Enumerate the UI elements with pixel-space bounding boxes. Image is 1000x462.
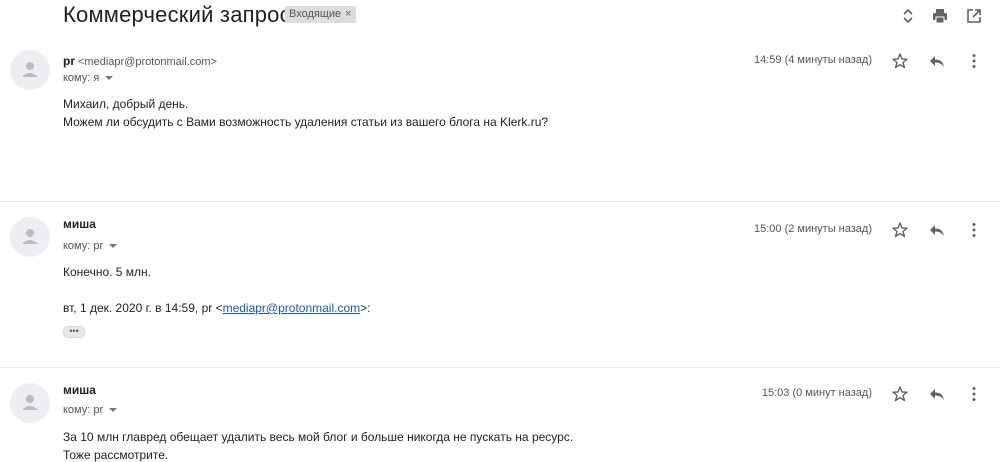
chevron-down-icon <box>109 408 118 413</box>
subject-bar: Коммерческий запрос Входящие × <box>0 0 1000 34</box>
print-icon[interactable] <box>931 7 949 25</box>
message-body-line: Можем ли обсудить с Вами возможность уда… <box>63 115 549 129</box>
recipient-text: кому: pr <box>63 240 104 252</box>
quote-suffix: >: <box>360 301 371 315</box>
message-divider <box>0 201 1000 202</box>
chevron-down-icon <box>105 76 114 81</box>
inbox-label-chip[interactable]: Входящие × <box>285 6 356 23</box>
person-icon <box>10 50 50 90</box>
message-body-line: Михаил, добрый день. <box>63 97 189 111</box>
sender: миша <box>63 217 96 231</box>
recipient-dropdown[interactable]: кому: pr <box>63 404 118 416</box>
more-vert-icon[interactable] <box>965 221 983 239</box>
open-new-window-icon[interactable] <box>965 7 983 25</box>
email-subject: Коммерческий запрос <box>63 2 291 27</box>
sender: pr <mediapr@protonmail.com> <box>63 54 217 68</box>
sender-name: миша <box>63 383 96 397</box>
reply-icon[interactable] <box>928 385 946 403</box>
recipient-dropdown[interactable]: кому: pr <box>63 240 118 252</box>
person-icon <box>10 383 50 423</box>
star-icon[interactable] <box>891 52 909 70</box>
inbox-label-text: Входящие <box>289 8 342 20</box>
sender-name: миша <box>63 217 96 231</box>
person-icon <box>10 217 50 257</box>
show-trimmed-content-button[interactable]: ••• <box>63 326 85 338</box>
quote-attribution: вт, 1 дек. 2020 г. в 14:59, pr <mediapr@… <box>63 301 371 315</box>
star-icon[interactable] <box>891 221 909 239</box>
expand-collapse-icon[interactable] <box>899 7 917 25</box>
sender-email: <mediapr@protonmail.com> <box>78 56 217 68</box>
star-icon[interactable] <box>891 385 909 403</box>
recipient-text: кому: я <box>63 72 100 84</box>
more-vert-icon[interactable] <box>965 385 983 403</box>
more-vert-icon[interactable] <box>965 52 983 70</box>
quote-email-link[interactable]: mediapr@protonmail.com <box>223 301 361 315</box>
message-timestamp: 15:03 (0 минут назад) <box>761 387 872 399</box>
quote-prefix: вт, 1 дек. 2020 г. в 14:59, pr < <box>63 301 223 315</box>
message-divider <box>0 367 1000 368</box>
reply-icon[interactable] <box>928 52 946 70</box>
message-body-line: Тоже рассмотрите. <box>63 448 169 462</box>
sender-name: pr <box>63 54 75 68</box>
recipient-dropdown[interactable]: кому: я <box>63 72 114 84</box>
recipient-text: кому: pr <box>63 404 104 416</box>
avatar <box>10 383 50 423</box>
message-body-line: За 10 млн главред обещает удалить весь м… <box>63 430 574 444</box>
message-timestamp: 15:00 (2 минуты назад) <box>753 223 872 235</box>
reply-icon[interactable] <box>928 221 946 239</box>
sender: миша <box>63 383 96 397</box>
chevron-down-icon <box>109 244 118 249</box>
remove-label-button[interactable]: × <box>345 8 351 20</box>
message-body-line: Конечно. 5 млн. <box>63 265 152 279</box>
avatar <box>10 217 50 257</box>
message-timestamp: 14:59 (4 минуты назад) <box>753 54 872 66</box>
avatar <box>10 50 50 90</box>
